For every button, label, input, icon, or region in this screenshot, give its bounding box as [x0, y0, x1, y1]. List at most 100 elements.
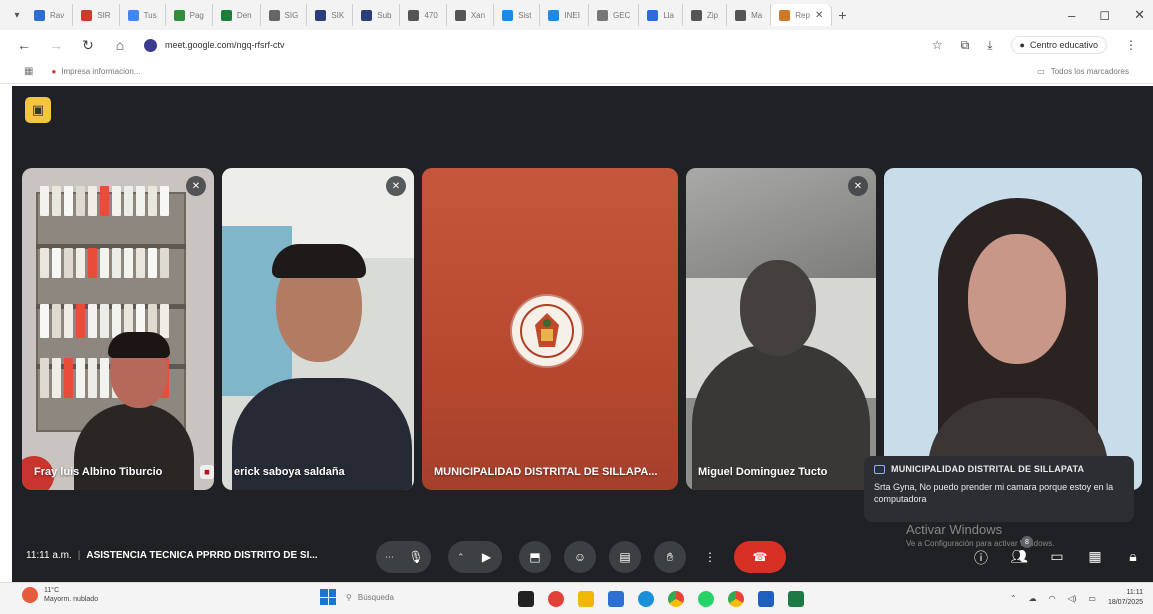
address-bar[interactable]: meet.google.com/ngq-rfsrf-ctv	[144, 33, 916, 57]
close-window-icon[interactable]: ✕	[1134, 7, 1145, 23]
browser-tab[interactable]: SIK	[307, 4, 354, 26]
browser-tab[interactable]: 470	[400, 4, 447, 26]
book	[112, 248, 121, 278]
whatsapp-icon[interactable]	[698, 591, 714, 607]
tray-overflow-icon[interactable]: ⌃	[1010, 594, 1017, 603]
chrome-profile-icon[interactable]	[728, 591, 744, 607]
taskbar-clock[interactable]: 11:11 18/07/2025	[1108, 588, 1143, 608]
minimize-icon[interactable]: –	[1068, 8, 1075, 23]
maximize-icon[interactable]: ◻	[1099, 7, 1110, 23]
host-controls-icon[interactable]: 🔒︎	[1123, 548, 1143, 568]
book	[148, 186, 157, 216]
browser-tab[interactable]: SIR	[73, 4, 120, 26]
chat-notification[interactable]: MUNICIPALIDAD DISTRITAL DE SILLAPATA Srt…	[864, 456, 1134, 522]
tab-favicon-icon	[268, 9, 280, 21]
weather-widget[interactable]: 11°C Mayorm. nublado	[22, 586, 98, 604]
book	[124, 186, 133, 216]
activities-icon[interactable]: ▦	[1085, 548, 1105, 568]
book	[88, 358, 97, 398]
chat-sender: MUNICIPALIDAD DISTRITAL DE SILLAPATA	[891, 464, 1085, 474]
wifi-icon[interactable]: ◠	[1049, 594, 1056, 603]
book	[76, 358, 85, 398]
tab-favicon-icon	[735, 9, 747, 21]
browser-tab[interactable]: GEC	[589, 4, 640, 26]
meeting-clock: 11:11 a.m.	[26, 550, 72, 561]
task-view-icon[interactable]	[518, 591, 534, 607]
leave-call-button[interactable]: ☎︎	[734, 541, 786, 573]
tab-label: Sist	[518, 10, 532, 20]
windows-start-icon[interactable]	[320, 589, 336, 605]
chat-icon[interactable]: ▭	[1047, 548, 1067, 568]
camera-options-icon[interactable]: ⌃	[448, 552, 472, 563]
browser-tab[interactable]: Pag	[166, 4, 213, 26]
participant-tile-1[interactable]: ✕ Fray luis Albino Tiburcio ◼	[22, 168, 214, 490]
forward-icon[interactable]: →	[48, 37, 64, 53]
browser-tab[interactable]: Sist	[494, 4, 541, 26]
pin-icon[interactable]: ◼	[200, 465, 214, 479]
menu-dots-icon[interactable]: ⋮	[1125, 38, 1137, 52]
onedrive-icon[interactable]: ☁	[1029, 594, 1037, 603]
participant-tile-5[interactable]	[884, 168, 1142, 490]
people-icon[interactable]: 👥︎ 8	[1009, 536, 1033, 568]
excel-icon[interactable]	[788, 591, 804, 607]
edge-icon[interactable]	[638, 591, 654, 607]
mic-control[interactable]: ⋯ 🎙︎	[376, 541, 431, 573]
browser-tab[interactable]: Lla	[639, 4, 683, 26]
tab-search-icon[interactable]: ▾	[8, 10, 26, 21]
browser-tab[interactable]: Ma	[727, 4, 772, 26]
browser-tab[interactable]: Rep ✕	[771, 4, 833, 26]
home-icon[interactable]: ⌂	[112, 37, 128, 53]
volume-icon[interactable]: ◁)	[1068, 594, 1077, 603]
tab-label: Sub	[377, 10, 392, 20]
tab-favicon-icon	[173, 9, 185, 21]
participant-tile-3[interactable]: MUNICIPALIDAD DISTRITAL DE SILLAPA...	[422, 168, 678, 490]
browser-tab[interactable]: Xan	[447, 4, 495, 26]
app-icon[interactable]	[548, 591, 564, 607]
back-icon[interactable]: ←	[16, 37, 32, 53]
chat-notification-header: MUNICIPALIDAD DISTRITAL DE SILLAPATA	[874, 464, 1124, 474]
layout-toggle-button[interactable]: ▣	[25, 97, 51, 123]
battery-icon[interactable]: ▭	[1088, 594, 1096, 603]
microphone-icon[interactable]: 🎙︎	[401, 542, 431, 572]
apps-grid-icon[interactable]: ▦	[24, 66, 33, 77]
tab-list: Rav SIR Tus Pag Den SIG SIK Sub 470 Xan Sist INEI GE…	[26, 4, 833, 26]
mic-options-icon[interactable]: ⋯	[376, 552, 401, 563]
present-button[interactable]: ⬒	[519, 541, 551, 573]
chrome-icon[interactable]	[668, 591, 684, 607]
store-icon[interactable]	[608, 591, 624, 607]
reactions-button[interactable]: ☺	[564, 541, 596, 573]
windows-taskbar: 11°C Mayorm. nublado ⚲ Búsqueda ⌃ ☁ ◠ ◁)…	[0, 582, 1153, 614]
profile-button[interactable]: ● Centro educativo	[1010, 36, 1107, 54]
browser-tab[interactable]: Tus	[120, 4, 166, 26]
camera-icon[interactable]: ▶	[471, 542, 502, 572]
browser-tab[interactable]: INEI	[540, 4, 589, 26]
download-icon[interactable]: ⤓	[987, 38, 992, 53]
bookmark-star-icon[interactable]: ☆	[932, 38, 943, 52]
participant-tile-4[interactable]: ✕ Miguel Dominguez Tucto	[686, 168, 876, 490]
camera-control[interactable]: ⌃ ▶	[448, 541, 502, 573]
taskbar-search[interactable]: ⚲ Búsqueda	[346, 593, 466, 602]
url-text[interactable]: meet.google.com/ngq-rfsrf-ctv	[165, 40, 285, 50]
browser-tab[interactable]: SIG	[261, 4, 308, 26]
bookmark-item[interactable]: ● Impresa informacion...	[51, 67, 140, 76]
word-icon[interactable]	[758, 591, 774, 607]
new-tab-button[interactable]: +	[838, 7, 846, 23]
tab-close-icon[interactable]: ✕	[815, 10, 823, 21]
meeting-details-icon[interactable]: ⓘ	[971, 548, 991, 568]
extensions-icon[interactable]: ⧉	[961, 38, 970, 53]
more-options-button[interactable]: ⋮	[699, 541, 721, 573]
reload-icon[interactable]: ↻	[80, 37, 96, 54]
bookmark-label: Impresa informacion...	[61, 67, 141, 76]
raise-hand-button[interactable]: ✋︎	[654, 541, 686, 573]
browser-tab[interactable]: Sub	[353, 4, 401, 26]
participant-count-badge: 8	[1021, 536, 1033, 548]
file-explorer-icon[interactable]	[578, 591, 594, 607]
weather-desc: Mayorm. nublado	[44, 596, 99, 603]
captions-button[interactable]: ▤	[609, 541, 641, 573]
browser-tab[interactable]: Den	[213, 4, 261, 26]
site-info-icon[interactable]	[144, 38, 157, 52]
all-bookmarks-button[interactable]: ▭ Todos los marcadores	[1037, 67, 1129, 76]
browser-tab[interactable]: Rav	[26, 4, 74, 26]
browser-tab[interactable]: Zip	[683, 4, 728, 26]
participant-tile-2[interactable]: ✕ erick saboya saldaña	[222, 168, 414, 490]
